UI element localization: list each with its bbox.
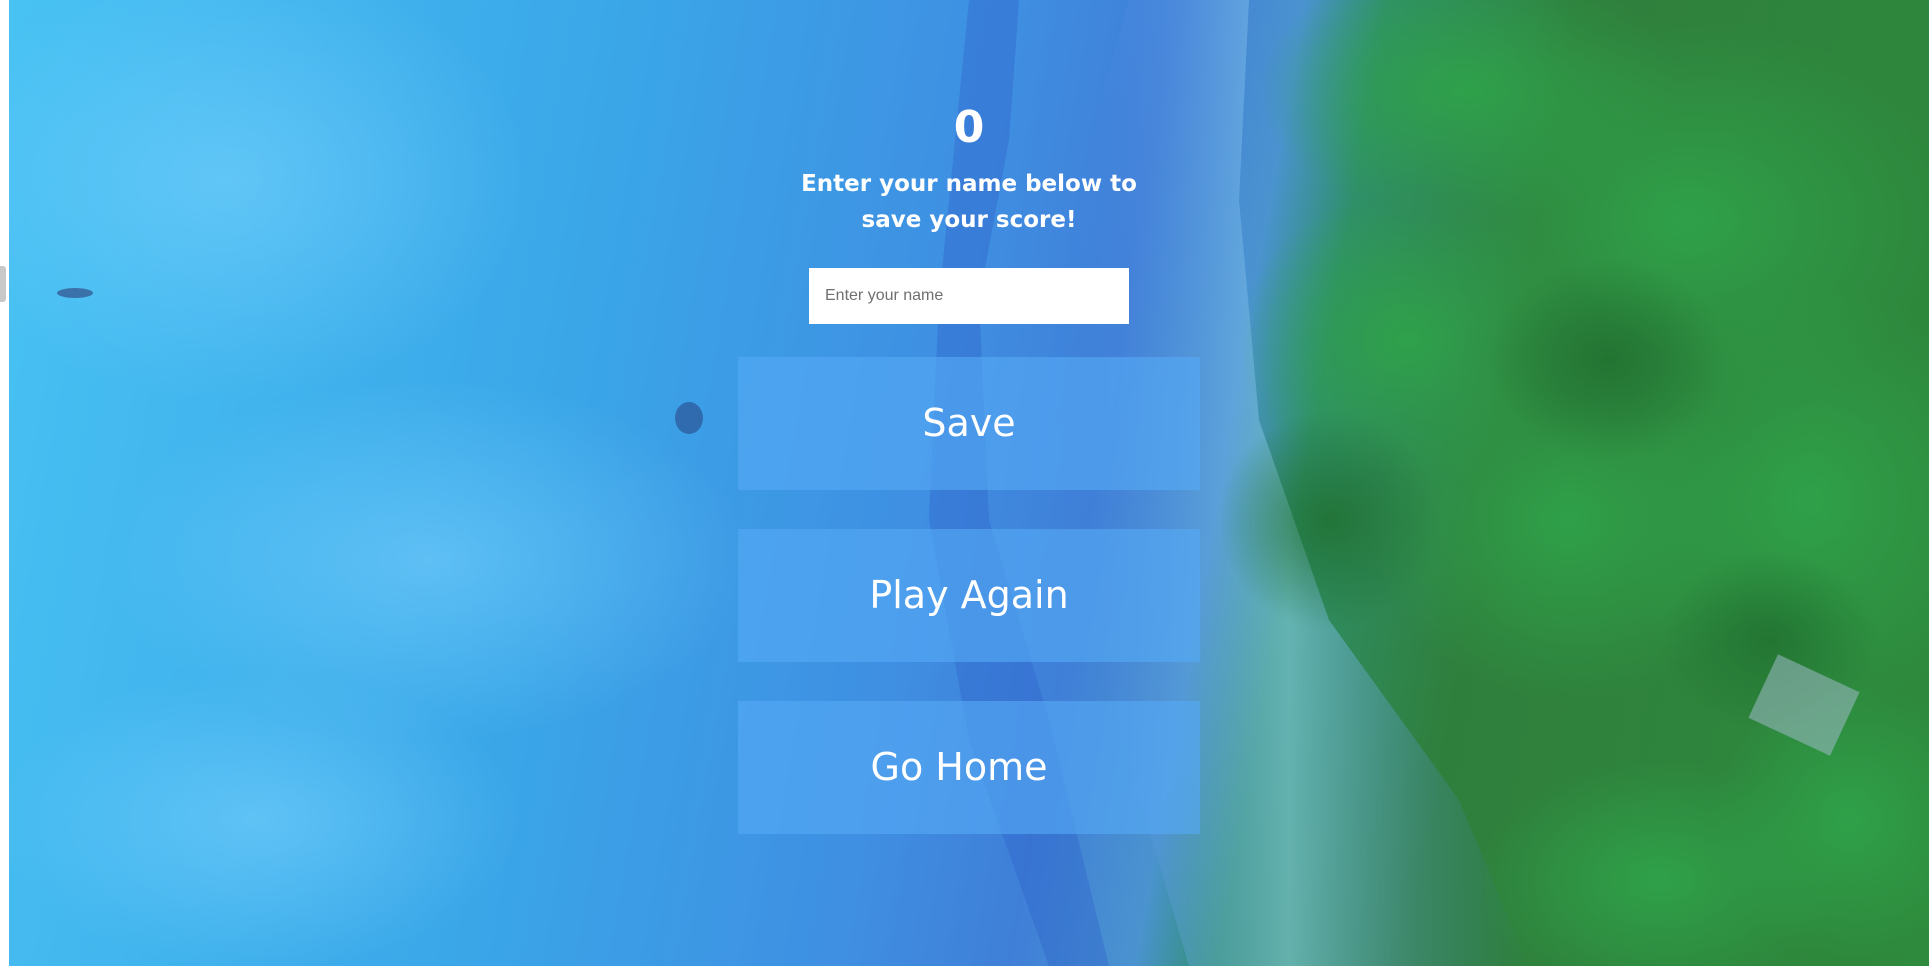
save-button[interactable]: Save — [738, 357, 1200, 490]
username-input[interactable] — [809, 268, 1129, 324]
scrollbar-handle[interactable] — [0, 266, 6, 302]
go-home-button-label: Go Home — [870, 745, 1048, 789]
save-button-label: Save — [922, 401, 1016, 445]
play-again-button-label: Play Again — [869, 573, 1069, 617]
go-home-button[interactable]: Go Home — [738, 701, 1200, 834]
play-again-button[interactable]: Play Again — [738, 529, 1200, 662]
save-score-prompt: Enter your name below to save your score… — [801, 171, 1137, 233]
end-game-page: 0 Enter your name below to save your sco… — [0, 0, 1929, 966]
final-score: 0 — [953, 102, 985, 153]
